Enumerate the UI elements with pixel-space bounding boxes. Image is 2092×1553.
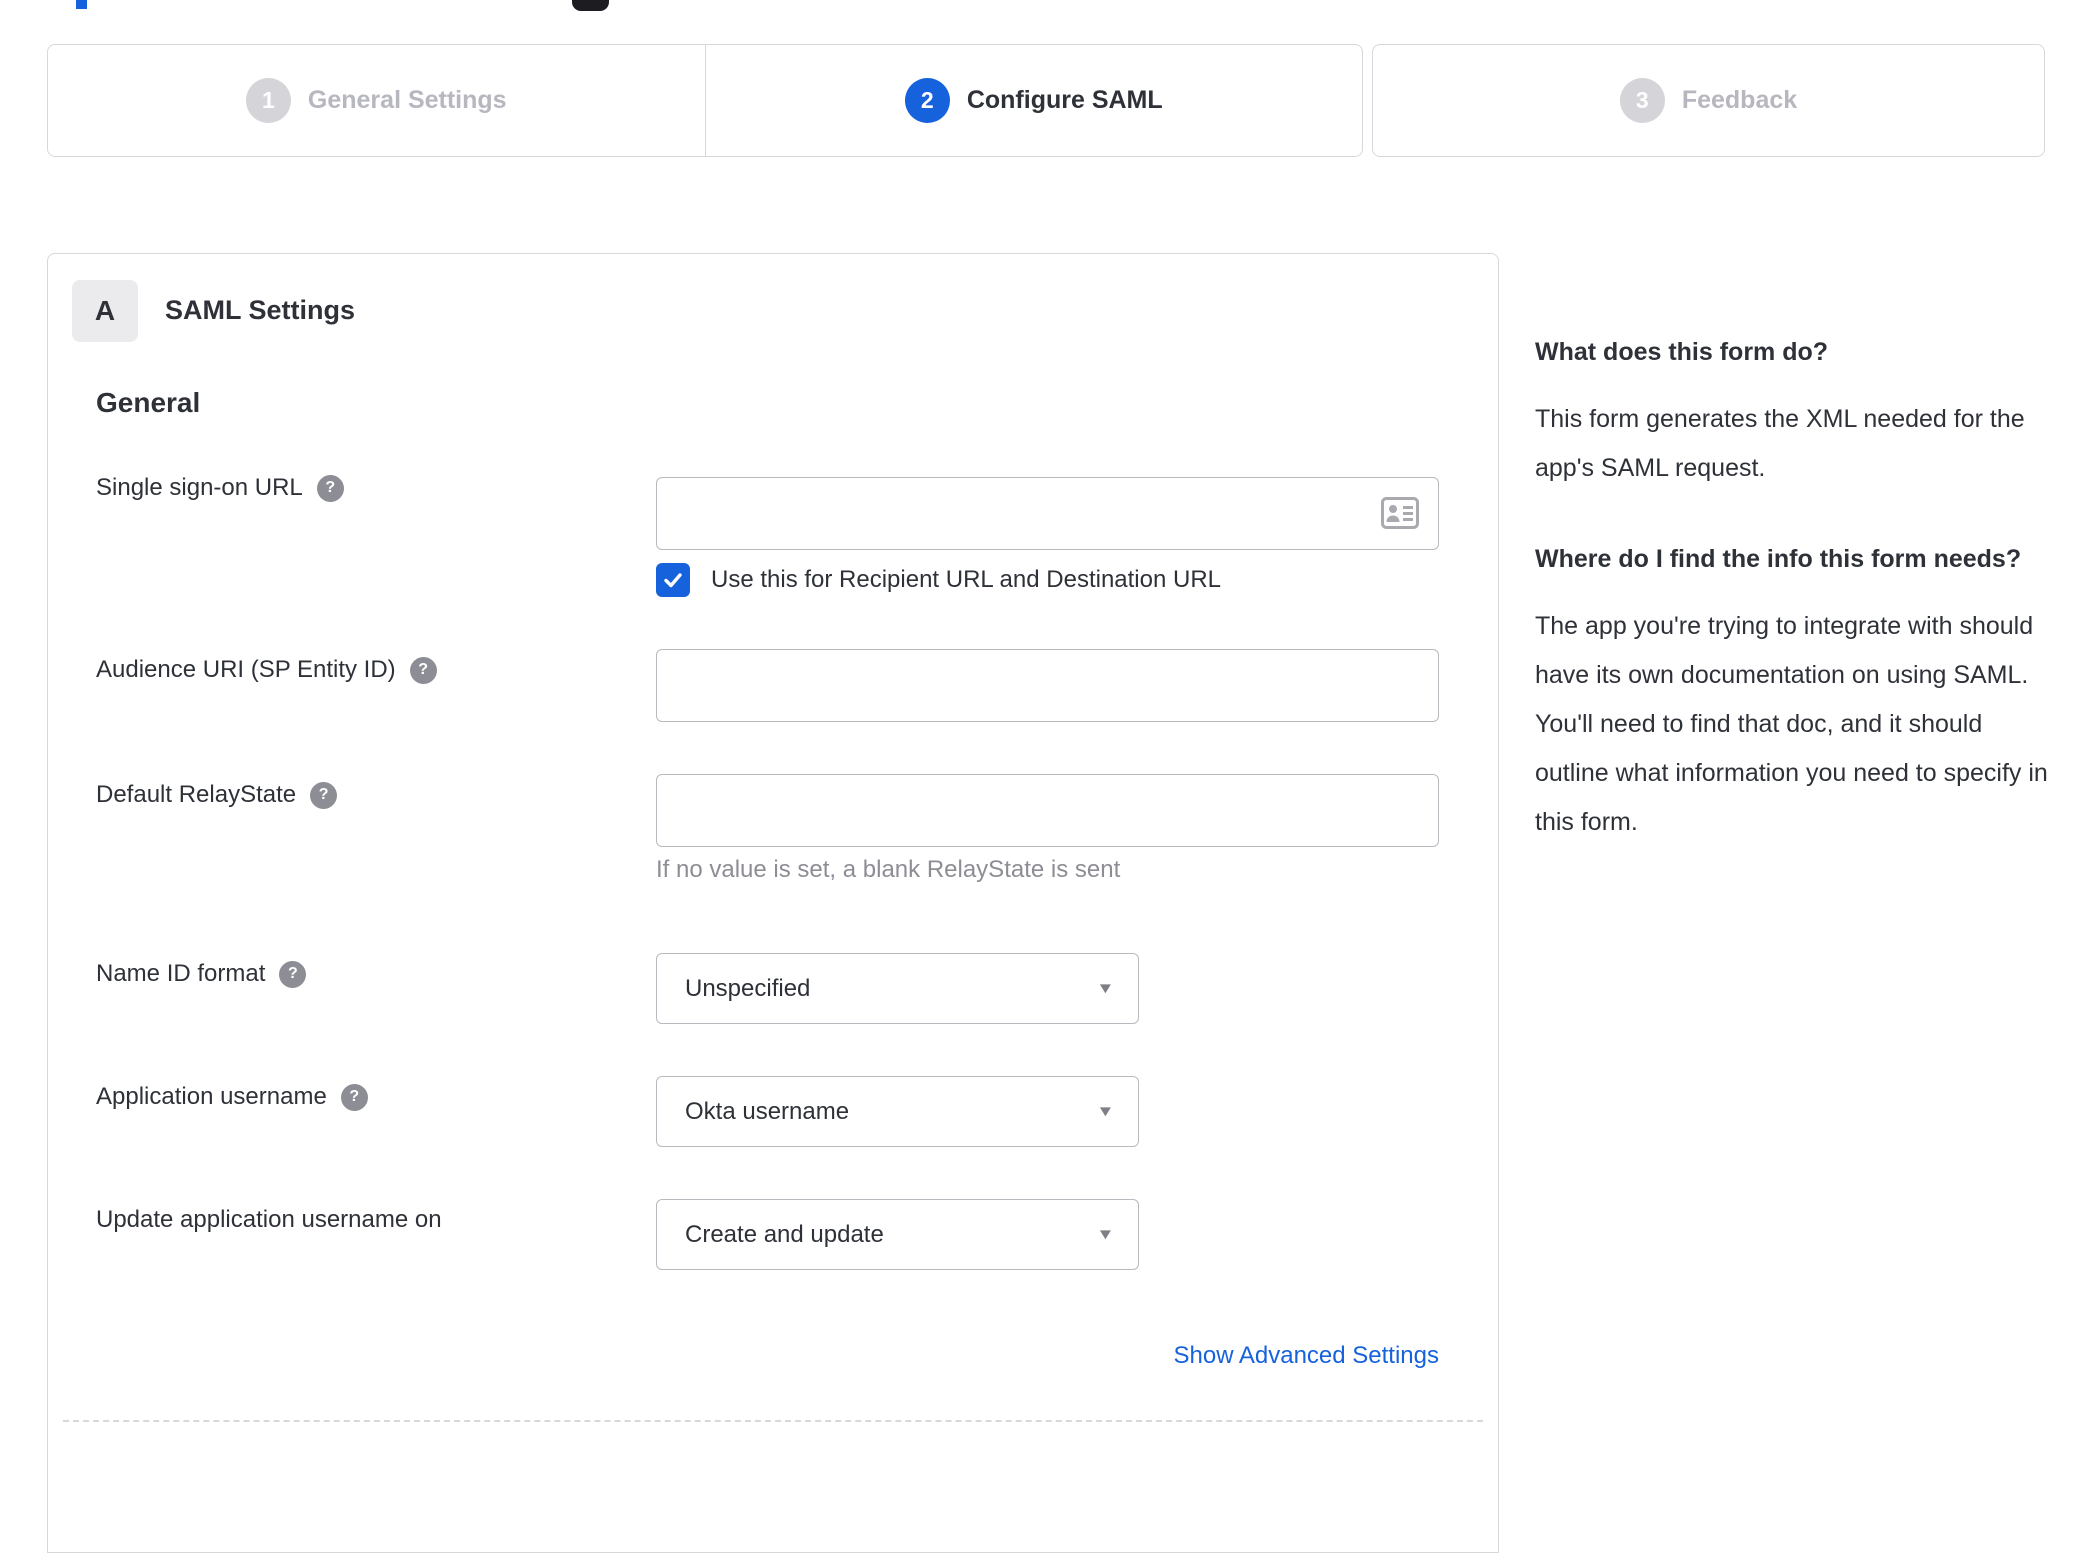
contact-card-icon[interactable]: [1381, 497, 1419, 529]
step-1-badge: 1: [245, 78, 291, 123]
chevron-down-icon: ▼: [1096, 1226, 1115, 1243]
app-username-help-icon[interactable]: ?: [340, 1083, 368, 1111]
step-2-badge: 2: [904, 78, 950, 123]
sso-recipient-checkbox[interactable]: [656, 563, 690, 597]
app-username-select[interactable]: Okta username ▼: [656, 1076, 1139, 1147]
help-question-2: Where do I find the info this form needs…: [1535, 545, 2022, 573]
section-dashed-divider: [63, 1420, 1483, 1422]
app-username-label: Application username: [96, 1083, 327, 1110]
show-advanced-settings-link[interactable]: Show Advanced Settings: [656, 1342, 1439, 1370]
step-3-badge: 3: [1619, 78, 1665, 123]
app-username-label-row: Application username ?: [96, 1083, 368, 1111]
step-feedback: 3 Feedback: [1373, 45, 2044, 156]
help-answer-1: This form generates the XML needed for t…: [1535, 405, 2025, 482]
update-username-label: Update application username on: [96, 1206, 442, 1233]
help-question-1: What does this form do?: [1535, 338, 1829, 366]
audience-uri-label: Audience URI (SP Entity ID): [96, 656, 396, 683]
name-id-format-label-row: Name ID format ?: [96, 960, 307, 988]
update-username-label-row: Update application username on: [96, 1206, 442, 1234]
audience-uri-label-row: Audience URI (SP Entity ID) ?: [96, 656, 437, 684]
update-username-select[interactable]: Create and update ▼: [656, 1199, 1139, 1270]
relaystate-input[interactable]: [656, 774, 1439, 847]
help-answer-2: The app you're trying to integrate with …: [1535, 612, 2048, 836]
relaystate-label-row: Default RelayState ?: [96, 781, 338, 809]
sso-url-help-icon[interactable]: ?: [316, 474, 344, 502]
audience-uri-help-icon[interactable]: ?: [409, 656, 437, 684]
name-id-format-label: Name ID format: [96, 960, 266, 987]
update-username-value: Create and update: [685, 1220, 884, 1248]
relaystate-help-icon[interactable]: ?: [310, 781, 338, 809]
name-id-format-help-icon[interactable]: ?: [279, 960, 307, 988]
step-2-label: Configure SAML: [966, 86, 1163, 114]
step-1-label: General Settings: [307, 86, 507, 114]
saml-settings-card: A SAML Settings General Single sign-on U…: [47, 253, 1499, 1553]
audience-uri-input[interactable]: [656, 649, 1439, 722]
help-sidebar: What does this form do? This form genera…: [1535, 328, 2051, 889]
chevron-down-icon: ▼: [1096, 980, 1115, 997]
sso-recipient-checkbox-label[interactable]: Use this for Recipient URL and Destinati…: [711, 566, 1221, 594]
step-general-settings: 1 General Settings: [48, 45, 705, 156]
name-id-format-value: Unspecified: [685, 974, 811, 1002]
sso-recipient-checkbox-row: Use this for Recipient URL and Destinati…: [656, 563, 1221, 597]
sso-url-input[interactable]: [656, 477, 1439, 550]
sso-url-label-row: Single sign-on URL ?: [96, 474, 344, 502]
name-id-format-select[interactable]: Unspecified ▼: [656, 953, 1139, 1024]
wizard-stepper: 1 General Settings 2 Configure SAML: [47, 44, 1363, 157]
app-username-value: Okta username: [685, 1097, 850, 1125]
step-3-label: Feedback: [1681, 86, 1798, 114]
relaystate-label: Default RelayState: [96, 781, 297, 808]
wizard-stepper-feedback: 3 Feedback: [1372, 44, 2045, 157]
step-configure-saml: 2 Configure SAML: [704, 45, 1363, 156]
sso-url-label: Single sign-on URL: [96, 474, 303, 501]
clipped-title-fragment: [76, 0, 87, 9]
chevron-down-icon: ▼: [1096, 1103, 1115, 1120]
section-a-badge: A: [72, 280, 138, 342]
section-title: SAML Settings: [165, 295, 356, 325]
group-title-general: General: [96, 387, 201, 418]
relaystate-helper-text: If no value is set, a blank RelayState i…: [656, 856, 1121, 883]
sso-url-input-wrap: [656, 477, 1439, 550]
checkmark-icon: [664, 573, 682, 588]
clipped-logo-fragment: [572, 0, 609, 11]
